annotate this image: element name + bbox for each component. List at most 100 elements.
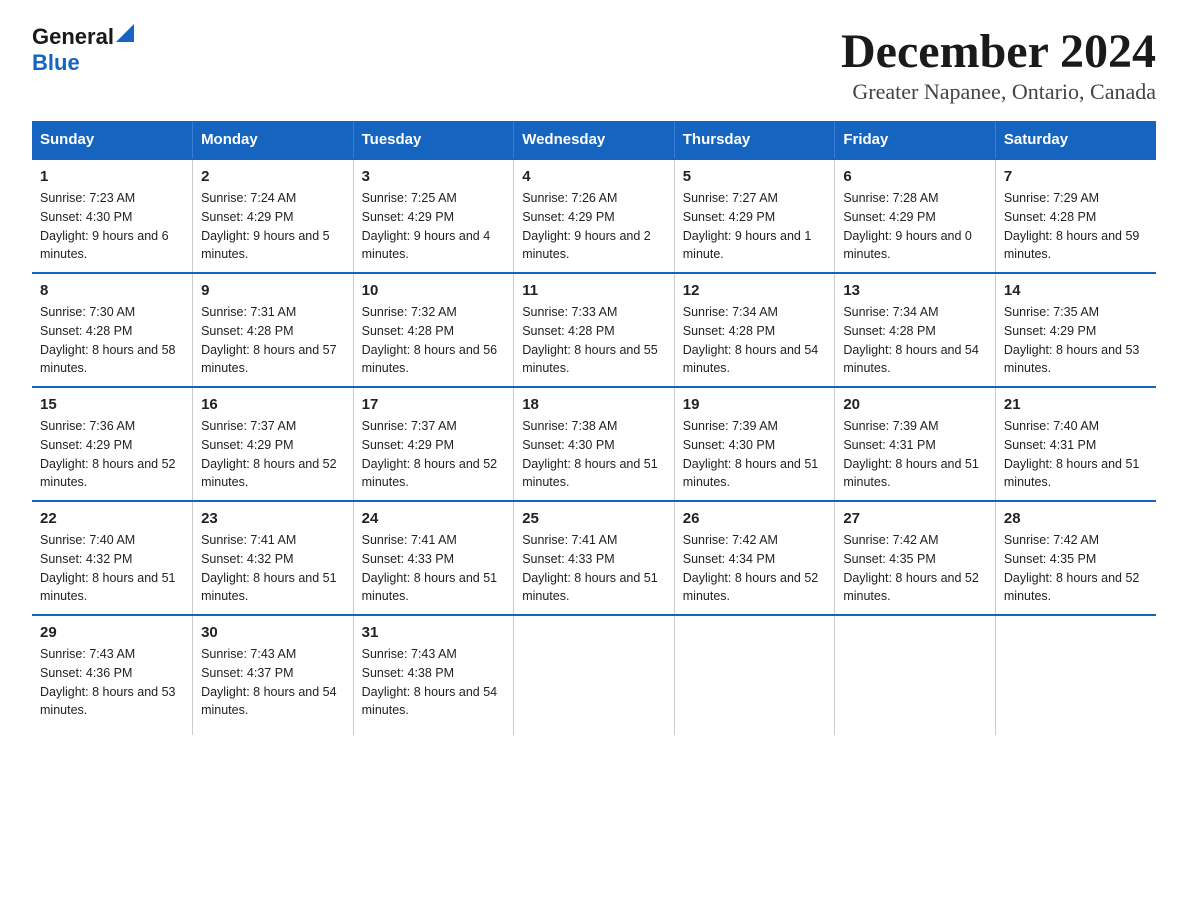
day-number: 23 [201,510,345,527]
day-number: 21 [1004,396,1148,413]
table-row: 19 Sunrise: 7:39 AM Sunset: 4:30 PM Dayl… [674,387,835,501]
table-row: 24 Sunrise: 7:41 AM Sunset: 4:33 PM Dayl… [353,501,514,615]
day-info: Sunrise: 7:39 AM Sunset: 4:30 PM Dayligh… [683,419,819,489]
day-number: 16 [201,396,345,413]
day-number: 17 [362,396,506,413]
day-info: Sunrise: 7:26 AM Sunset: 4:29 PM Dayligh… [522,191,651,261]
table-row: 22 Sunrise: 7:40 AM Sunset: 4:32 PM Dayl… [32,501,193,615]
logo-blue: Blue [32,50,80,75]
day-info: Sunrise: 7:31 AM Sunset: 4:28 PM Dayligh… [201,305,337,375]
table-row: 10 Sunrise: 7:32 AM Sunset: 4:28 PM Dayl… [353,273,514,387]
day-info: Sunrise: 7:36 AM Sunset: 4:29 PM Dayligh… [40,419,176,489]
day-info: Sunrise: 7:41 AM Sunset: 4:33 PM Dayligh… [522,533,658,603]
day-info: Sunrise: 7:42 AM Sunset: 4:34 PM Dayligh… [683,533,819,603]
day-number: 11 [522,282,666,299]
day-number: 8 [40,282,184,299]
day-number: 2 [201,168,345,185]
calendar-table: Sunday Monday Tuesday Wednesday Thursday… [32,121,1156,735]
table-row: 26 Sunrise: 7:42 AM Sunset: 4:34 PM Dayl… [674,501,835,615]
logo-general: General [32,24,114,50]
day-number: 22 [40,510,184,527]
day-info: Sunrise: 7:32 AM Sunset: 4:28 PM Dayligh… [362,305,498,375]
day-number: 27 [843,510,987,527]
table-row [835,615,996,735]
day-number: 6 [843,168,987,185]
day-info: Sunrise: 7:43 AM Sunset: 4:36 PM Dayligh… [40,647,176,717]
table-row: 8 Sunrise: 7:30 AM Sunset: 4:28 PM Dayli… [32,273,193,387]
table-row: 12 Sunrise: 7:34 AM Sunset: 4:28 PM Dayl… [674,273,835,387]
day-number: 4 [522,168,666,185]
calendar-title: December 2024 [841,24,1156,79]
day-number: 29 [40,624,184,641]
table-row: 9 Sunrise: 7:31 AM Sunset: 4:28 PM Dayli… [193,273,354,387]
day-info: Sunrise: 7:42 AM Sunset: 4:35 PM Dayligh… [1004,533,1140,603]
table-row: 31 Sunrise: 7:43 AM Sunset: 4:38 PM Dayl… [353,615,514,735]
table-row [674,615,835,735]
calendar-header-row: Sunday Monday Tuesday Wednesday Thursday… [32,121,1156,159]
day-info: Sunrise: 7:43 AM Sunset: 4:38 PM Dayligh… [362,647,498,717]
calendar-subtitle: Greater Napanee, Ontario, Canada [841,79,1156,105]
day-number: 18 [522,396,666,413]
day-number: 12 [683,282,827,299]
day-number: 7 [1004,168,1148,185]
table-row: 17 Sunrise: 7:37 AM Sunset: 4:29 PM Dayl… [353,387,514,501]
day-number: 1 [40,168,184,185]
day-number: 5 [683,168,827,185]
day-info: Sunrise: 7:41 AM Sunset: 4:32 PM Dayligh… [201,533,337,603]
day-info: Sunrise: 7:37 AM Sunset: 4:29 PM Dayligh… [201,419,337,489]
col-tuesday: Tuesday [353,121,514,159]
day-info: Sunrise: 7:35 AM Sunset: 4:29 PM Dayligh… [1004,305,1140,375]
day-info: Sunrise: 7:24 AM Sunset: 4:29 PM Dayligh… [201,191,330,261]
day-info: Sunrise: 7:34 AM Sunset: 4:28 PM Dayligh… [843,305,979,375]
table-row: 21 Sunrise: 7:40 AM Sunset: 4:31 PM Dayl… [995,387,1156,501]
day-number: 19 [683,396,827,413]
table-row: 20 Sunrise: 7:39 AM Sunset: 4:31 PM Dayl… [835,387,996,501]
day-number: 25 [522,510,666,527]
table-row [995,615,1156,735]
table-row: 11 Sunrise: 7:33 AM Sunset: 4:28 PM Dayl… [514,273,675,387]
day-number: 10 [362,282,506,299]
table-row: 2 Sunrise: 7:24 AM Sunset: 4:29 PM Dayli… [193,159,354,273]
day-info: Sunrise: 7:27 AM Sunset: 4:29 PM Dayligh… [683,191,812,261]
day-number: 30 [201,624,345,641]
day-info: Sunrise: 7:33 AM Sunset: 4:28 PM Dayligh… [522,305,658,375]
day-number: 28 [1004,510,1148,527]
table-row: 1 Sunrise: 7:23 AM Sunset: 4:30 PM Dayli… [32,159,193,273]
day-number: 13 [843,282,987,299]
table-row: 23 Sunrise: 7:41 AM Sunset: 4:32 PM Dayl… [193,501,354,615]
table-row: 16 Sunrise: 7:37 AM Sunset: 4:29 PM Dayl… [193,387,354,501]
day-info: Sunrise: 7:29 AM Sunset: 4:28 PM Dayligh… [1004,191,1140,261]
page-header: General Blue December 2024 Greater Napan… [32,24,1156,105]
col-thursday: Thursday [674,121,835,159]
day-info: Sunrise: 7:34 AM Sunset: 4:28 PM Dayligh… [683,305,819,375]
table-row: 18 Sunrise: 7:38 AM Sunset: 4:30 PM Dayl… [514,387,675,501]
table-row: 3 Sunrise: 7:25 AM Sunset: 4:29 PM Dayli… [353,159,514,273]
day-number: 14 [1004,282,1148,299]
table-row [514,615,675,735]
day-info: Sunrise: 7:30 AM Sunset: 4:28 PM Dayligh… [40,305,176,375]
col-wednesday: Wednesday [514,121,675,159]
table-row: 4 Sunrise: 7:26 AM Sunset: 4:29 PM Dayli… [514,159,675,273]
title-area: December 2024 Greater Napanee, Ontario, … [841,24,1156,105]
day-info: Sunrise: 7:40 AM Sunset: 4:32 PM Dayligh… [40,533,176,603]
table-row: 25 Sunrise: 7:41 AM Sunset: 4:33 PM Dayl… [514,501,675,615]
day-info: Sunrise: 7:39 AM Sunset: 4:31 PM Dayligh… [843,419,979,489]
day-info: Sunrise: 7:37 AM Sunset: 4:29 PM Dayligh… [362,419,498,489]
table-row: 27 Sunrise: 7:42 AM Sunset: 4:35 PM Dayl… [835,501,996,615]
table-row: 28 Sunrise: 7:42 AM Sunset: 4:35 PM Dayl… [995,501,1156,615]
col-friday: Friday [835,121,996,159]
day-number: 20 [843,396,987,413]
day-number: 24 [362,510,506,527]
day-number: 9 [201,282,345,299]
day-info: Sunrise: 7:23 AM Sunset: 4:30 PM Dayligh… [40,191,169,261]
table-row: 13 Sunrise: 7:34 AM Sunset: 4:28 PM Dayl… [835,273,996,387]
table-row: 30 Sunrise: 7:43 AM Sunset: 4:37 PM Dayl… [193,615,354,735]
day-number: 15 [40,396,184,413]
logo-triangle-icon [116,24,134,42]
day-info: Sunrise: 7:40 AM Sunset: 4:31 PM Dayligh… [1004,419,1140,489]
col-saturday: Saturday [995,121,1156,159]
table-row: 15 Sunrise: 7:36 AM Sunset: 4:29 PM Dayl… [32,387,193,501]
day-number: 31 [362,624,506,641]
table-row: 6 Sunrise: 7:28 AM Sunset: 4:29 PM Dayli… [835,159,996,273]
col-sunday: Sunday [32,121,193,159]
